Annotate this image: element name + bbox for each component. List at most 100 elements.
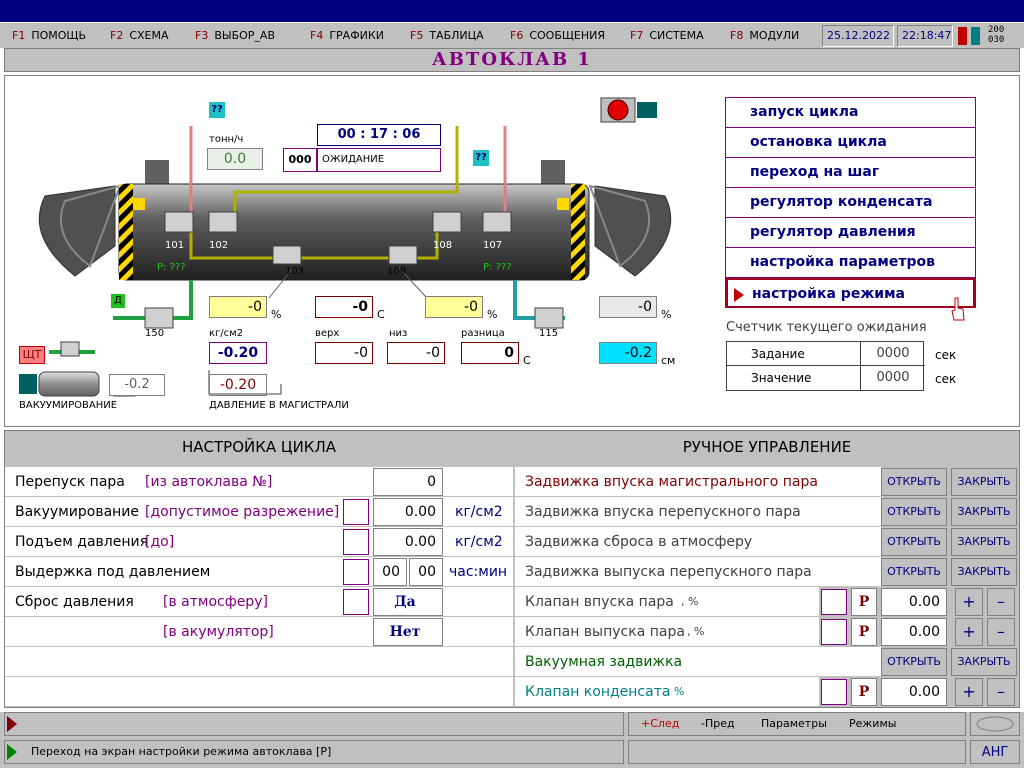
release-checkbox[interactable]	[343, 589, 369, 615]
close-button[interactable]: ЗАКРЫТЬ	[951, 468, 1017, 496]
minus-button[interactable]: –	[987, 588, 1015, 616]
pressure-rise-input[interactable]: 0.00	[373, 528, 443, 556]
steam-out-value[interactable]: 0.00	[881, 618, 947, 646]
cmd-goto-step[interactable]: переход на шаг	[726, 158, 975, 188]
menu-f2[interactable]: F2 СХЕМА	[110, 29, 169, 42]
unknown-marker: ??	[209, 102, 225, 118]
hold-hours-input[interactable]: 00	[373, 558, 407, 586]
open-button[interactable]: ОТКРЫТЬ	[881, 558, 947, 586]
valve-108-label: 108	[433, 240, 453, 251]
steam-in-checkbox[interactable]	[821, 589, 847, 615]
counter-task-value: 0000	[861, 342, 925, 366]
status-row-bottom-right	[628, 740, 966, 764]
counter-task-unit: сек	[935, 348, 957, 362]
nav-modes[interactable]: Режимы	[849, 713, 896, 735]
menu-label: СХЕМА	[129, 29, 169, 42]
nav-parameters[interactable]: Параметры	[761, 713, 827, 735]
steam-out-checkbox[interactable]	[821, 619, 847, 645]
pressure-rise-checkbox[interactable]	[343, 529, 369, 555]
green-arrow-icon	[7, 744, 17, 760]
flow-value: 0.0	[207, 148, 263, 170]
menu-f3[interactable]: F3 ВЫБОР_АВ	[195, 29, 275, 42]
regulator-toggle[interactable]: Р	[851, 678, 877, 706]
manual-row-bypass-in-gate: Задвижка впуска перепускного пара	[515, 497, 881, 527]
menu-label: СООБЩЕНИЯ	[529, 29, 605, 42]
manual-row-steam-in-valve: Клапан впуска пара , %	[515, 587, 819, 617]
manual-label: Задвижка впуска магистрального пара	[525, 474, 818, 490]
open-button[interactable]: ОТКРЫТЬ	[881, 528, 947, 556]
close-button[interactable]: ЗАКРЫТЬ	[951, 528, 1017, 556]
condensate-value[interactable]: 0.00	[881, 678, 947, 706]
close-button[interactable]: ЗАКРЫТЬ	[951, 498, 1017, 526]
cycle-hint: [в атмосферу]	[163, 594, 268, 610]
cycle-row-pressure-release-acc: [в акумулятор] Нет	[5, 617, 513, 647]
green-marker: Д	[111, 294, 125, 308]
pressure-left-unknown: P: ???	[157, 262, 186, 273]
condensate-checkbox[interactable]	[821, 679, 847, 705]
cycle-label: Сброс давления	[15, 594, 134, 610]
pct-unit: %	[487, 308, 498, 321]
minus-button[interactable]: –	[987, 678, 1015, 706]
vacuum-input[interactable]: 0.00	[373, 498, 443, 526]
open-button[interactable]: ОТКРЫТЬ	[881, 648, 947, 676]
cmd-condensate-regulator[interactable]: регулятор конденсата	[726, 188, 975, 218]
hold-minutes-input[interactable]: 00	[409, 558, 443, 586]
vacuum-checkbox[interactable]	[343, 499, 369, 525]
unit-label: час:мин	[449, 564, 508, 580]
menu-label: ВЫБОР_АВ	[214, 29, 275, 42]
minus-button[interactable]: –	[987, 618, 1015, 646]
cmd-label: настройка режима	[752, 286, 905, 302]
menu-f6[interactable]: F6 СООБЩЕНИЯ	[510, 29, 605, 42]
cycle-label: Подъем давления	[15, 534, 149, 550]
open-button[interactable]: ОТКРЫТЬ	[881, 468, 947, 496]
fkey: F8	[730, 29, 744, 42]
close-button[interactable]: ЗАКРЫТЬ	[951, 648, 1017, 676]
menu-f8[interactable]: F8 МОДУЛИ	[730, 29, 799, 42]
state-code: 000	[283, 148, 317, 172]
cycle-row-empty	[5, 677, 513, 707]
open-button[interactable]: ОТКРЫТЬ	[881, 498, 947, 526]
nav-prev[interactable]: -Пред	[701, 713, 735, 735]
status-bar: +След -Пред Параметры Режимы Переход на …	[0, 712, 1024, 768]
nav-next[interactable]: +След	[641, 713, 679, 735]
menu-label: ГРАФИКИ	[329, 29, 384, 42]
manual-label: Клапан конденсата	[525, 684, 671, 700]
language-label: АНГ	[981, 745, 1009, 760]
counter-task-label: Задание	[727, 342, 861, 366]
status-row-top	[4, 712, 624, 736]
autoclave-pressure: -0.20	[209, 342, 267, 364]
plus-button[interactable]: +	[955, 618, 983, 646]
cmd-stop-cycle[interactable]: остановка цикла	[726, 128, 975, 158]
release-acc-toggle[interactable]: Нет	[373, 618, 443, 646]
cmd-start-cycle[interactable]: запуск цикла	[726, 98, 975, 128]
regulator-toggle[interactable]: Р	[851, 618, 877, 646]
diff-temp-label: разница	[461, 328, 505, 339]
menu-f1[interactable]: F1 ПОМОЩЬ	[12, 29, 86, 42]
oval-icon	[976, 716, 1014, 732]
menu-f4[interactable]: F4 ГРАФИКИ	[310, 29, 384, 42]
menu-f7[interactable]: F7 СИСТЕМА	[630, 29, 704, 42]
release-atm-toggle[interactable]: Да	[373, 588, 443, 616]
cycle-setup-header: НАСТРОЙКА ЦИКЛА	[5, 431, 513, 463]
top-temp-value: -0	[315, 342, 373, 364]
hold-checkbox[interactable]	[343, 559, 369, 585]
cmd-mode-setup[interactable]: настройка режима	[726, 278, 975, 308]
menu-f5[interactable]: F5 ТАБЛИЦА	[410, 29, 484, 42]
cmd-parameters-setup[interactable]: настройка параметров	[726, 248, 975, 278]
cmd-pressure-regulator[interactable]: регулятор давления	[726, 218, 975, 248]
manual-suffix: , %	[687, 625, 705, 638]
plus-button[interactable]: +	[955, 588, 983, 616]
manual-suffix: , %	[667, 685, 685, 698]
cycle-hint: [допустимое разрежение]	[145, 504, 340, 520]
function-key-menu: F1 ПОМОЩЬ F2 СХЕМА F3 ВЫБОР_АВ F4 ГРАФИКИ F5…	[0, 22, 1024, 48]
close-button[interactable]: ЗАКРЫТЬ	[951, 558, 1017, 586]
bypass-autoclave-input[interactable]: 0	[373, 468, 443, 496]
pct-unit: %	[661, 308, 672, 321]
temperature-value: -0	[315, 296, 373, 318]
regulator-toggle[interactable]: Р	[851, 588, 877, 616]
language-indicator[interactable]: АНГ	[970, 740, 1020, 764]
manual-row-atm-release-gate: Задвижка сброса в атмосферу	[515, 527, 881, 557]
steam-in-value[interactable]: 0.00	[881, 588, 947, 616]
plus-button[interactable]: +	[955, 678, 983, 706]
pressure-unit-label: кг/см2	[209, 328, 244, 339]
